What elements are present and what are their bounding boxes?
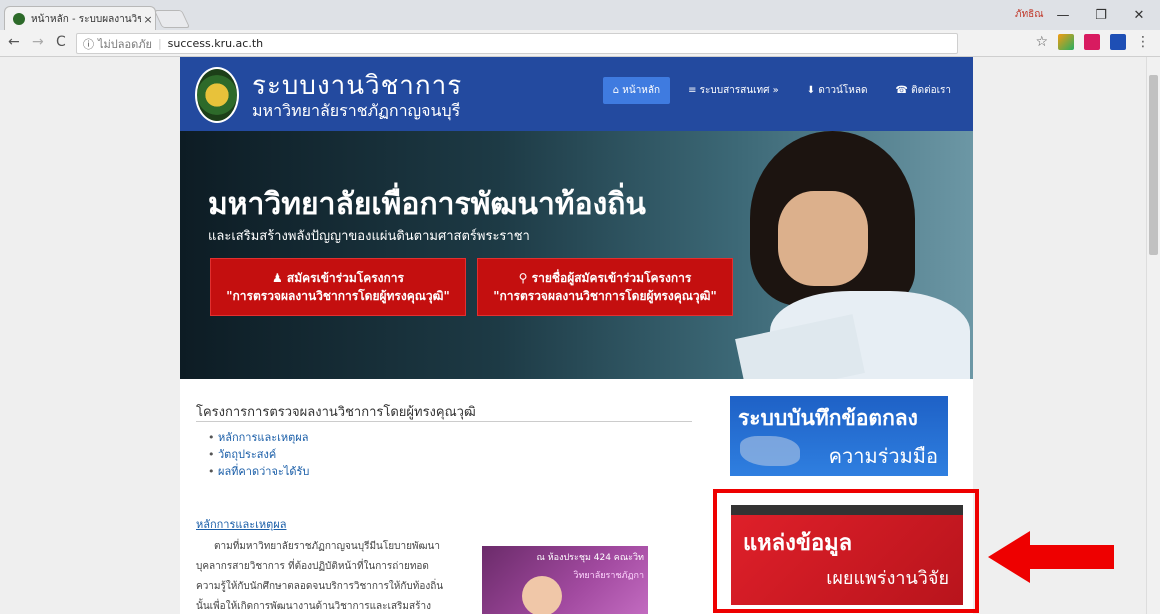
mou-system-banner[interactable]: ระบบบันทึกข้อตกลง ความร่วมมือ (730, 396, 948, 476)
address-bar[interactable]: ⓘ ไม่ปลอดภัย | success.kru.ac.th (76, 33, 958, 54)
research-banner-title: แหล่งข้อมูล (743, 531, 853, 556)
mou-banner-title: ระบบบันทึกข้อตกลง (738, 406, 918, 430)
tab-title: หน้าหลัก - ระบบผลงานวิชาก (31, 13, 141, 25)
meeting-photo[interactable]: ณ ห้องประชุม 424 คณะวิท วิทยาลัยราชภัฏกา (482, 546, 648, 614)
nav-download[interactable]: ⬇ ดาวน์โหลด (797, 77, 878, 104)
university-logo[interactable] (195, 67, 239, 123)
apply-project-button[interactable]: ♟ สมัครเข้าร่วมโครงการ "การตรวจผลงานวิชา… (210, 258, 466, 316)
back-button[interactable]: ← (8, 34, 20, 50)
list-button-line2: "การตรวจผลงานวิชาการโดยผู้ทรงคุณวุฒิ" (493, 289, 717, 303)
nav-home[interactable]: ⌂ หน้าหลัก (602, 77, 671, 104)
site-header: ระบบงานวิชาการ มหาวิทยาลัยราชภัฏกาญจนบุร… (180, 57, 973, 131)
address-separator: | (157, 37, 162, 50)
red-arrow-icon (988, 531, 1114, 583)
apply-button-line1: ♟ สมัครเข้าร่วมโครงการ (271, 271, 404, 285)
browser-tab-strip: หน้าหลัก - ระบบผลงานวิชาก × ภัทธิณ — ❐ ✕ (0, 0, 1160, 31)
close-tab-icon[interactable]: × (141, 13, 155, 26)
banner-top-bar (731, 505, 963, 515)
scrollbar-thumb[interactable] (1149, 75, 1158, 255)
nav-contact[interactable]: ☎ ติดต่อเรา (885, 77, 961, 104)
browser-menu-icon[interactable]: ⋮ (1136, 34, 1150, 50)
nav-information-systems[interactable]: ≡ ระบบสารสนเทศ » (678, 77, 789, 104)
para-line-4: นั้นเพื่อให้เกิดการพัฒนางานด้านวิชาการแล… (196, 601, 431, 612)
handshake-icon (740, 436, 800, 466)
site-favicon-icon (13, 13, 25, 25)
section-title: โครงการการตรวจผลงานวิชาการโดยผู้ทรงคุณวุ… (196, 405, 476, 420)
photo-caption-2: วิทยาลัยราชภัฏกา (573, 571, 644, 581)
close-window-button[interactable]: ✕ (1120, 8, 1158, 23)
hero-title: มหาวิทยาลัยเพื่อการพัฒนาท้องถิ่น (208, 187, 646, 222)
link-expected-results[interactable]: ผลที่คาดว่าจะได้รับ (208, 463, 309, 480)
browser-toolbar: ← → C ⓘ ไม่ปลอดภัย | success.kru.ac.th ☆… (0, 30, 1160, 57)
hero-subtitle: และเสริมสร้างพลังปัญญาของแผ่นดินตามศาสตร… (208, 229, 530, 244)
forward-button[interactable]: → (32, 34, 44, 50)
photo-caption: ณ ห้องประชุม 424 คณะวิท (536, 553, 644, 563)
hero-banner: มหาวิทยาลัยเพื่อการพัฒนาท้องถิ่น และเสริ… (180, 131, 973, 379)
para-line-1: ตามที่มหาวิทยาลัยราชภัฏกาญจนบุรีมีนโยบาย… (214, 541, 441, 552)
project-links: หลักการและเหตุผล วัตถุประสงค์ ผลที่คาดว่… (208, 429, 309, 480)
maximize-button[interactable]: ❐ (1082, 8, 1120, 23)
address-url[interactable]: success.kru.ac.th (168, 37, 263, 50)
browser-tab[interactable]: หน้าหลัก - ระบบผลงานวิชาก × (4, 6, 156, 31)
reload-button[interactable]: C (56, 34, 66, 50)
web-page: ระบบงานวิชาการ มหาวิทยาลัยราชภัฏกาญจนบุร… (0, 57, 1146, 614)
extension-pocket-icon[interactable] (1084, 34, 1100, 50)
research-data-banner[interactable]: แหล่งข้อมูล เผยแพร่งานวิจัย (731, 505, 963, 605)
page-scrollbar[interactable] (1146, 57, 1160, 614)
principles-heading-link[interactable]: หลักการและเหตุผล (196, 515, 286, 533)
para-line-3: ความรู้ให้กับนักศึกษาตลอดจนบริการวิชาการ… (196, 581, 444, 592)
mou-banner-subtitle: ความร่วมมือ (828, 444, 938, 468)
extension-icons: ☆ ⋮ (1035, 34, 1150, 50)
extension-chart-icon[interactable] (1058, 34, 1074, 50)
page-content: ระบบงานวิชาการ มหาวิทยาลัยราชภัฏกาญจนบุร… (180, 57, 979, 614)
para-line-2: บุคลากรสายวิชาการ ที่ต้องปฏิบัติหน้าที่ใ… (196, 561, 429, 572)
section-divider (196, 421, 692, 422)
hero-student-image (735, 131, 973, 379)
apply-button-line2: "การตรวจผลงานวิชาการโดยผู้ทรงคุณวุฒิ" (226, 289, 450, 303)
principles-paragraph: ตามที่มหาวิทยาลัยราชภัฏกาญจนบุรีมีนโยบาย… (196, 537, 478, 614)
info-icon[interactable]: ⓘ (83, 36, 94, 52)
main-nav: ⌂ หน้าหลัก ≡ ระบบสารสนเทศ » ⬇ ดาวน์โหลด … (602, 77, 961, 104)
research-banner-subtitle: เผยแพร่งานวิจัย (826, 568, 949, 589)
link-principles[interactable]: หลักการและเหตุผล (208, 429, 309, 446)
minimize-button[interactable]: — (1044, 8, 1082, 23)
window-controls: — ❐ ✕ (1044, 0, 1158, 30)
bookmark-star-icon[interactable]: ☆ (1035, 34, 1048, 50)
profile-name[interactable]: ภัทธิณ (1015, 7, 1044, 22)
list-button-line1: ⚲ รายชื่อผู้สมัครเข้าร่วมโครงการ (518, 271, 692, 285)
new-tab-button[interactable] (153, 10, 191, 28)
security-label: ไม่ปลอดภัย (98, 37, 152, 51)
applicant-list-button[interactable]: ⚲ รายชื่อผู้สมัครเข้าร่วมโครงการ "การตรว… (477, 258, 733, 316)
link-objectives[interactable]: วัตถุประสงค์ (208, 446, 309, 463)
brand-subtitle: มหาวิทยาลัยราชภัฏกาญจนบุรี (252, 101, 461, 120)
photo-person (522, 576, 562, 614)
extension-blue-icon[interactable] (1110, 34, 1126, 50)
